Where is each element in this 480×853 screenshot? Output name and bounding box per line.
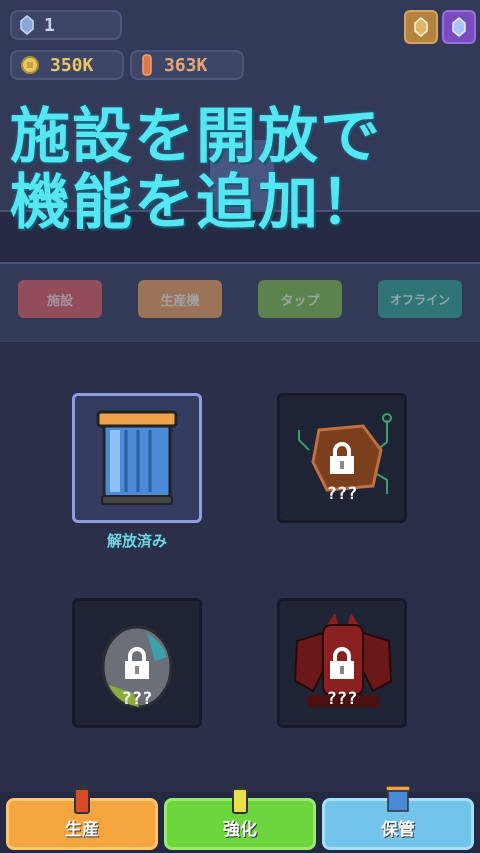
crystal-counter: 363K	[130, 50, 244, 80]
lock-icon	[330, 647, 354, 679]
gem-count: 1	[44, 14, 55, 36]
tab-offline[interactable]: オフライン	[378, 280, 462, 318]
facility-card-locked-4[interactable]: ???	[277, 598, 407, 728]
promo-line-1: 施設を開放で	[10, 102, 382, 172]
top-area: 1 350K 363K 施設を開放で 機能を追加！ 施設 生産機 タップ オフラ…	[0, 0, 480, 340]
gem-counter: 1	[10, 10, 122, 40]
nav-production-label: 生産	[65, 820, 99, 840]
lock-icon	[330, 442, 354, 474]
nav-storage-label: 保管	[381, 820, 415, 840]
crystal-icon	[142, 54, 152, 76]
locked-label: ???	[326, 484, 358, 504]
locked-label: ???	[121, 689, 153, 709]
facility-card-storage[interactable]	[72, 393, 202, 523]
nav-production-button[interactable]: 生産	[6, 785, 158, 850]
crystal-count: 363K	[164, 54, 208, 76]
gem-icon	[414, 17, 428, 37]
facility-card-locked-3[interactable]: ???	[72, 598, 202, 728]
lock-icon	[125, 647, 149, 679]
nav-upgrade-button[interactable]: 強化	[164, 785, 316, 850]
promo-line-2: 機能を追加！	[10, 168, 382, 238]
gem-icon	[452, 17, 466, 37]
promo-caption: 施設を開放で 機能を追加！	[10, 104, 480, 236]
divider	[0, 340, 480, 342]
coin-counter: 350K	[10, 50, 124, 80]
purple-gem-button[interactable]	[442, 10, 476, 44]
battery-icon	[74, 785, 90, 814]
battery-icon	[232, 785, 248, 814]
storage-capsule-icon	[385, 785, 411, 812]
gem-icon	[20, 15, 34, 35]
tab-producer[interactable]: 生産機	[138, 280, 222, 318]
facility-status-unlocked: 解放済み	[106, 532, 167, 550]
tab-tap[interactable]: タップ	[258, 280, 342, 318]
coin-count: 350K	[50, 54, 94, 76]
nav-upgrade-label: 強化	[223, 820, 257, 840]
locked-label: ???	[326, 689, 358, 709]
storage-capsule-icon	[96, 410, 178, 505]
orange-gem-button[interactable]	[404, 10, 438, 44]
nav-storage-button[interactable]: 保管	[322, 785, 474, 850]
tab-facility[interactable]: 施設	[18, 280, 102, 318]
coin-icon	[21, 56, 39, 74]
facility-card-locked-2[interactable]: ???	[277, 393, 407, 523]
